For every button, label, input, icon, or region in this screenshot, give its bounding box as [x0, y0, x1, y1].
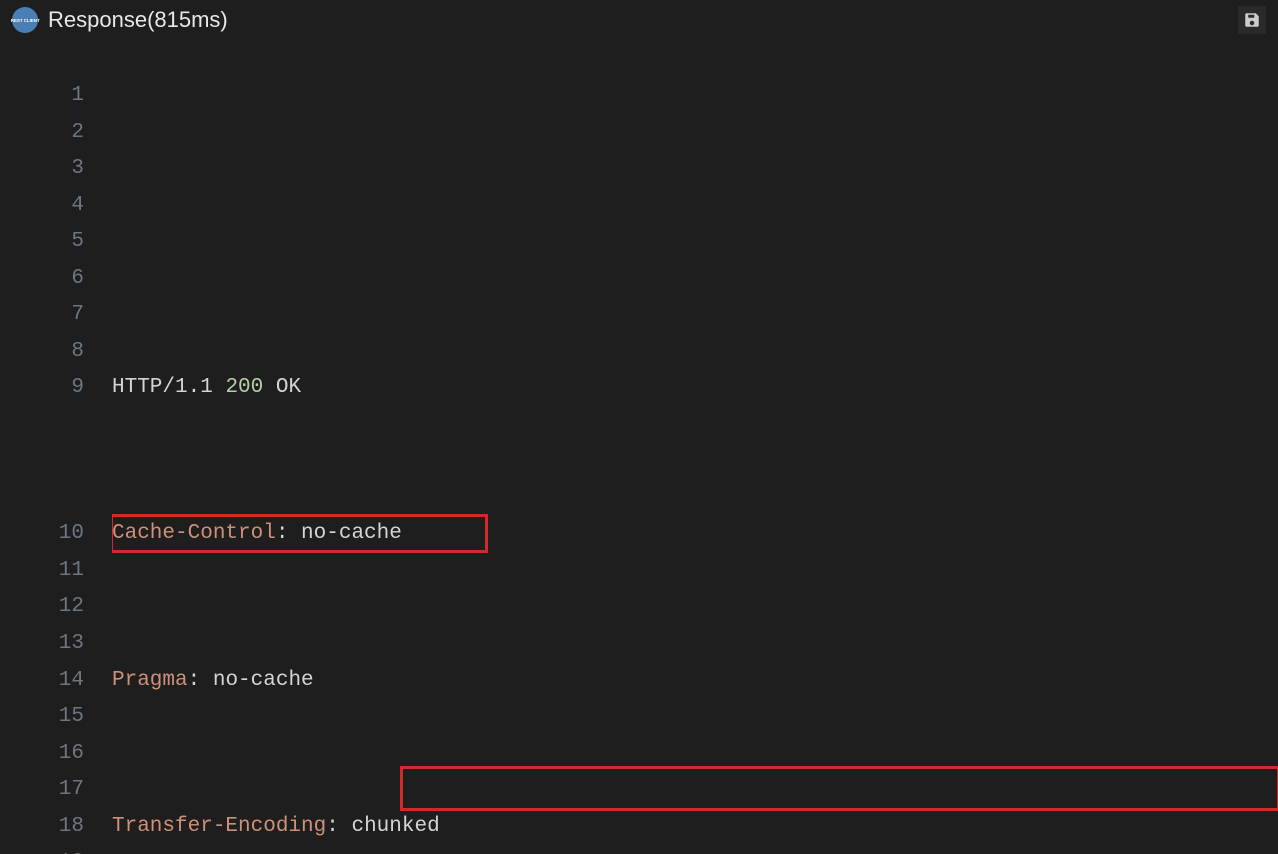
http-status-line: HTTP/1.1 200 OK	[112, 370, 1278, 407]
line-number: 5	[0, 224, 84, 261]
header-pragma: Pragma: no-cache	[112, 663, 1278, 700]
line-number: 1	[0, 78, 84, 115]
panel-header: REST CLIENT Response(815ms)	[0, 0, 1278, 44]
highlight-href-url	[400, 766, 1278, 811]
line-number: 16	[0, 736, 84, 773]
line-number: 13	[0, 626, 84, 663]
save-icon	[1243, 11, 1261, 29]
line-number: 7	[0, 297, 84, 334]
line-number: 14	[0, 663, 84, 700]
line-number: 3	[0, 151, 84, 188]
code-content[interactable]: HTTP/1.1 200 OK Cache-Control: no-cache …	[112, 78, 1278, 854]
line-gutter: 1 2 3 4 5 6 7 8 9 10 11 12 13 14 15 16 1…	[0, 78, 112, 854]
line-number: 19	[0, 845, 84, 854]
line-number: 6	[0, 261, 84, 298]
response-editor[interactable]: 1 2 3 4 5 6 7 8 9 10 11 12 13 14 15 16 1…	[0, 44, 1278, 854]
line-number: 15	[0, 699, 84, 736]
header-cache-control: Cache-Control: no-cache	[112, 516, 1278, 553]
line-number: 12	[0, 589, 84, 626]
line-number: 8	[0, 334, 84, 371]
line-number: 4	[0, 188, 84, 225]
save-button[interactable]	[1238, 6, 1266, 34]
line-number: 11	[0, 553, 84, 590]
line-number: 17	[0, 772, 84, 809]
panel-title: Response(815ms)	[48, 7, 228, 33]
line-number: 2	[0, 115, 84, 152]
line-number: 18	[0, 809, 84, 846]
header-transfer-encoding: Transfer-Encoding: chunked	[112, 809, 1278, 846]
line-number: 10	[0, 516, 84, 553]
rest-client-icon: REST CLIENT	[12, 7, 38, 33]
line-number: 9	[0, 370, 84, 516]
